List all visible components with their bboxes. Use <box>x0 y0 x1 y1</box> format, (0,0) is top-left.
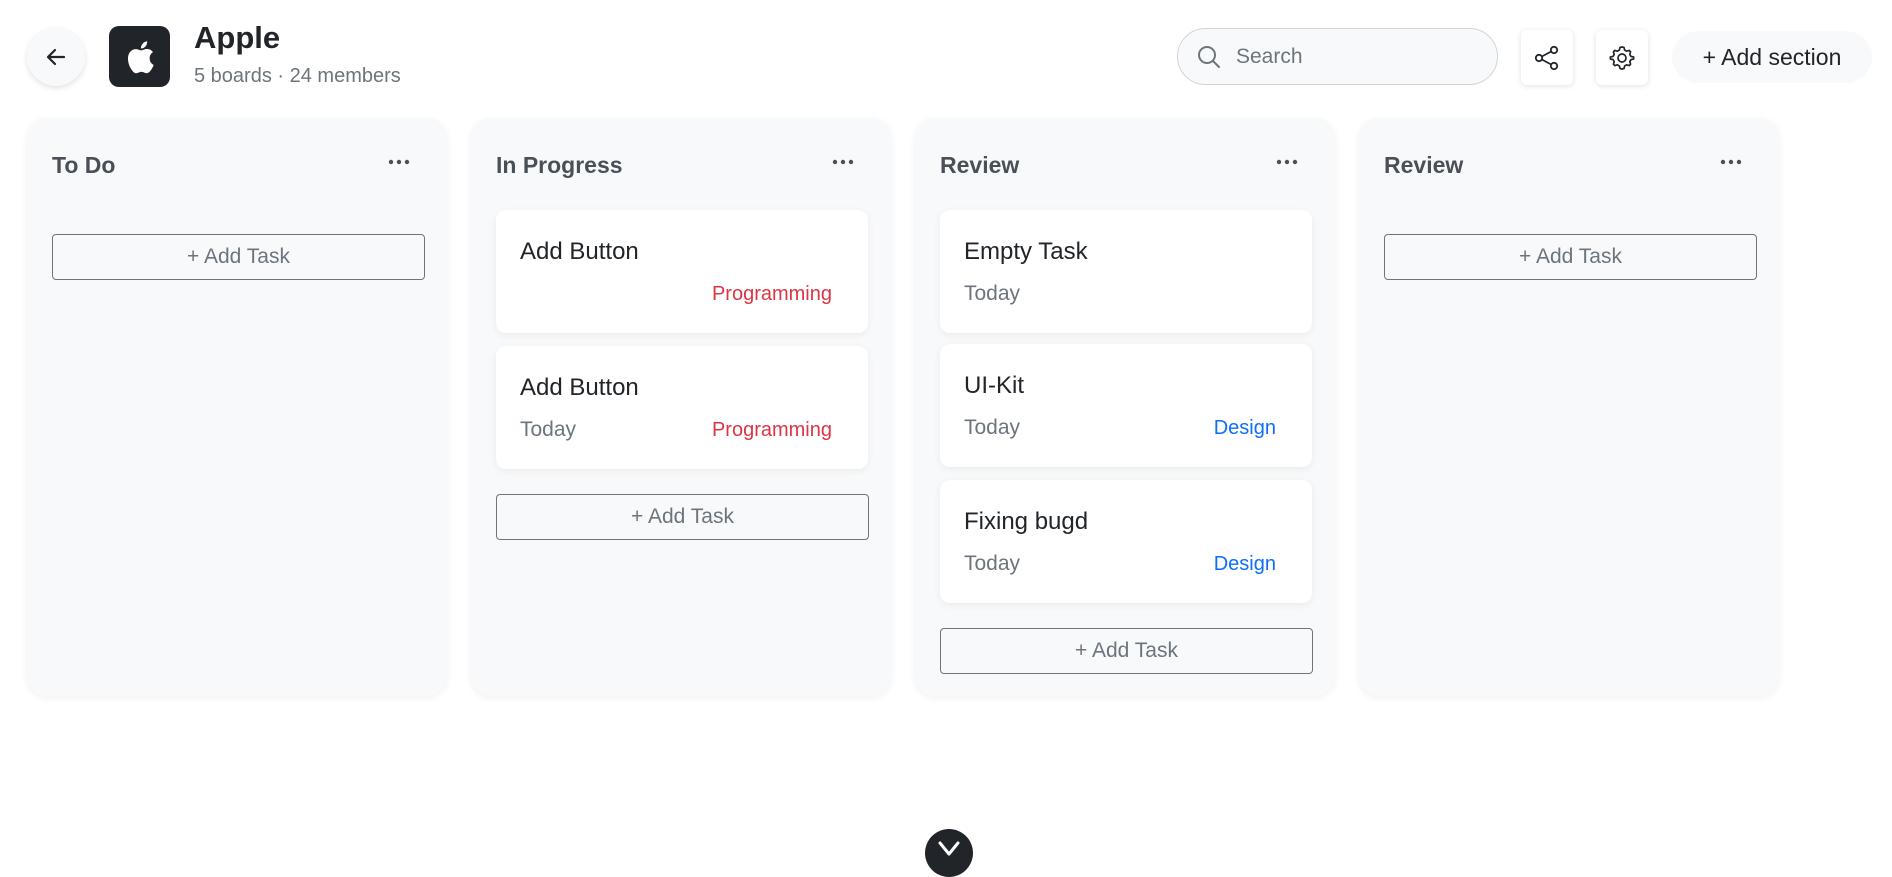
scroll-down-button[interactable] <box>925 829 973 877</box>
arrow-left-icon <box>46 48 66 66</box>
apple-logo <box>109 26 170 87</box>
search-box[interactable] <box>1177 28 1498 85</box>
share-button[interactable] <box>1521 30 1573 85</box>
task-date: Today <box>964 552 1021 575</box>
task-title: Fixing bugd <box>964 508 1089 535</box>
back-button[interactable] <box>27 28 85 86</box>
search-input[interactable] <box>1236 44 1486 69</box>
task-tag: Programming <box>711 283 832 305</box>
task-tag: Design <box>1213 553 1276 575</box>
board-header: Apple 5 boards · 24 members + Add sectio… <box>0 0 1892 110</box>
column-title: To Do <box>52 152 116 178</box>
task-title: Add Button <box>520 374 639 401</box>
more-horizontal-icon <box>1720 159 1742 165</box>
task-date: Today <box>964 282 1021 305</box>
add-task-button[interactable]: + Add Task <box>52 234 425 280</box>
column-menu-button[interactable] <box>379 150 419 174</box>
board-subtitle: 5 boards · 24 members <box>194 65 401 87</box>
task-card[interactable]: Fixing bugd Today Design <box>940 480 1312 603</box>
column-menu-button[interactable] <box>1267 150 1307 174</box>
task-title: UI-Kit <box>964 372 1024 399</box>
column-title: Review <box>1384 152 1464 178</box>
task-title: Add Button <box>520 238 639 265</box>
task-tag: Design <box>1213 417 1276 439</box>
column-to-do: To Do + Add Task <box>27 118 447 696</box>
add-task-button[interactable]: + Add Task <box>1384 234 1757 280</box>
column-review-2: Review + Add Task <box>1359 118 1779 696</box>
task-card[interactable]: Add Button Today Programming <box>496 346 868 469</box>
share-icon <box>1534 45 1559 70</box>
add-task-button[interactable]: + Add Task <box>940 628 1313 674</box>
task-title: Empty Task <box>964 238 1088 265</box>
add-task-button[interactable]: + Add Task <box>496 494 869 540</box>
apple-logo-icon <box>127 40 154 73</box>
more-horizontal-icon <box>832 159 854 165</box>
task-date: Today <box>964 416 1021 439</box>
column-review: Review Empty Task Today UI-Kit Today Des… <box>915 118 1335 696</box>
gear-icon <box>1609 45 1635 70</box>
column-title: Review <box>940 152 1020 178</box>
add-section-button[interactable]: + Add section <box>1672 31 1872 83</box>
column-in-progress: In Progress Add Button Programming Add B… <box>471 118 891 696</box>
more-horizontal-icon <box>388 159 410 165</box>
column-menu-button[interactable] <box>1711 150 1751 174</box>
settings-button[interactable] <box>1596 30 1648 85</box>
task-card[interactable]: UI-Kit Today Design <box>940 344 1312 467</box>
board-title: Apple <box>194 20 281 55</box>
task-date: Today <box>520 418 577 441</box>
chevron-down-icon <box>938 841 960 856</box>
task-card[interactable]: Add Button Programming <box>496 210 868 333</box>
task-tag: Programming <box>711 419 832 441</box>
column-title: In Progress <box>496 152 623 178</box>
more-horizontal-icon <box>1276 159 1298 165</box>
search-icon <box>1196 42 1226 72</box>
column-menu-button[interactable] <box>823 150 863 174</box>
task-card[interactable]: Empty Task Today <box>940 210 1312 333</box>
